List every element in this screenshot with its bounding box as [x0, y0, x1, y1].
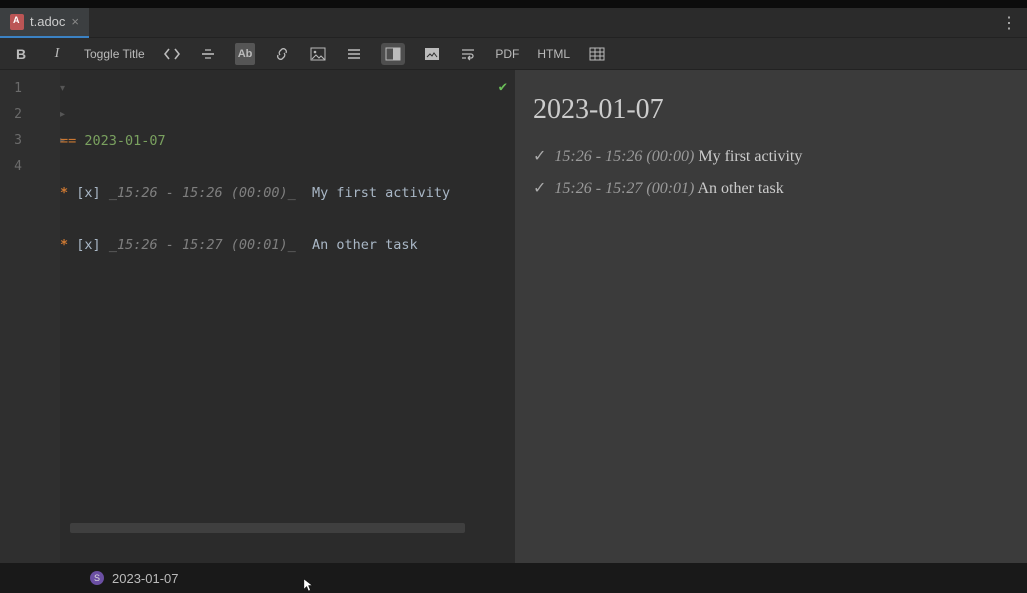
tab-bar: t.adoc × ⋮: [0, 8, 1027, 38]
toolbar: B I Toggle Title Ab PDF HTML: [0, 38, 1027, 70]
line-number: 1: [0, 76, 22, 102]
file-tab[interactable]: t.adoc ×: [0, 8, 89, 38]
code-icon[interactable]: [163, 43, 181, 65]
italic-button[interactable]: I: [48, 43, 66, 65]
close-tab-icon[interactable]: ×: [71, 14, 79, 29]
check-icon: ✓: [533, 180, 546, 197]
heading-text: 2023-01-07: [84, 133, 165, 149]
checkbox-text: [x]: [76, 185, 100, 201]
preview-item: ✓ 15:26 - 15:26 (00:00) My first activit…: [533, 146, 1003, 166]
image-icon[interactable]: [309, 43, 327, 65]
mouse-cursor-icon: [303, 578, 314, 593]
preview-desc: My first activity: [698, 148, 802, 165]
line-number: 3: [0, 128, 22, 154]
preview-pane: 2023-01-07 ✓ 15:26 - 15:26 (00:00) My fi…: [515, 70, 1027, 563]
line-number: 4: [0, 154, 22, 180]
bold-button[interactable]: B: [12, 43, 30, 65]
heading-marker: ==: [60, 133, 76, 149]
line-gutter: 1 2 3 4: [0, 70, 60, 563]
more-menu-icon[interactable]: ⋮: [991, 13, 1027, 33]
window-top-strip: [0, 0, 1027, 8]
status-text[interactable]: 2023-01-07: [112, 571, 179, 586]
list-icon[interactable]: [345, 43, 363, 65]
file-tab-label: t.adoc: [30, 14, 65, 29]
time-range: _15:26 - 15:27 (00:01)_: [109, 237, 296, 253]
list-star: *: [60, 237, 68, 253]
status-bar: S 2023-01-07: [0, 563, 1027, 593]
preview-item: ✓ 15:26 - 15:27 (00:01) An other task: [533, 178, 1003, 198]
preview-time: 15:26 - 15:27 (00:01): [554, 180, 694, 197]
horizontal-scrollbar[interactable]: [70, 523, 465, 533]
ab-button[interactable]: Ab: [235, 43, 256, 65]
file-icon: [10, 14, 24, 30]
preview-heading: 2023-01-07: [533, 94, 1003, 126]
line-number: 2: [0, 102, 22, 128]
wrap-icon[interactable]: [459, 43, 477, 65]
strikethrough-icon[interactable]: [199, 43, 217, 65]
html-button[interactable]: HTML: [537, 43, 570, 65]
split-view-icon[interactable]: [381, 43, 405, 65]
picture-icon[interactable]: [423, 43, 441, 65]
item-desc: An other task: [312, 237, 418, 253]
editor-pane[interactable]: 1 2 3 4 ▾▸▸ ✔ == 2023-01-07 * [x] _15:26…: [0, 70, 515, 563]
preview-desc: An other task: [698, 180, 784, 197]
list-star: *: [60, 185, 68, 201]
table-icon[interactable]: [588, 43, 606, 65]
structure-badge[interactable]: S: [90, 571, 104, 585]
toggle-title-button[interactable]: Toggle Title: [84, 43, 145, 65]
pdf-button[interactable]: PDF: [495, 43, 519, 65]
item-desc: My first activity: [312, 185, 450, 201]
link-icon[interactable]: [273, 43, 291, 65]
check-icon: ✓: [533, 148, 546, 165]
preview-time: 15:26 - 15:26 (00:00): [554, 148, 694, 165]
time-range: _15:26 - 15:26 (00:00)_: [109, 185, 296, 201]
checkbox-text: [x]: [76, 237, 100, 253]
check-ok-icon: ✔: [499, 74, 507, 100]
code-area[interactable]: ✔ == 2023-01-07 * [x] _15:26 - 15:26 (00…: [60, 70, 515, 563]
